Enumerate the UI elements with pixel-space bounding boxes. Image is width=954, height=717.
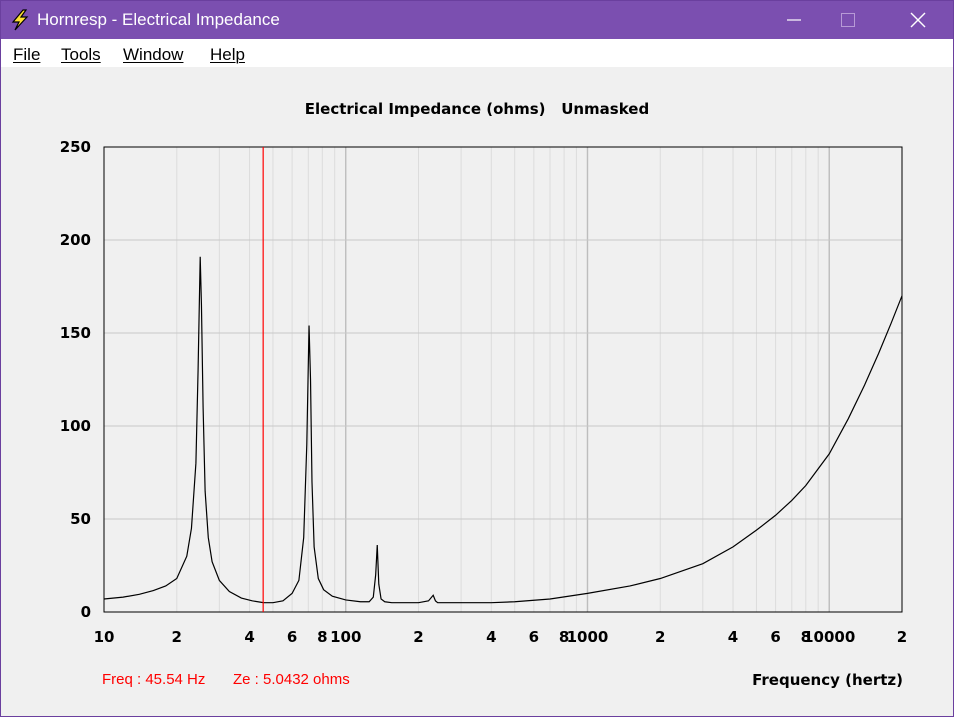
y-tick-label: 150 [60,324,91,342]
y-tick-labels: 0 50 100 150 200 250 [60,138,91,621]
x-tick-label: 6 [287,628,297,646]
minimize-button[interactable] [771,1,817,39]
y-tick-label: 100 [60,417,91,435]
app-window: Hornresp - Electrical Impedance File Too… [0,0,954,717]
title-bar[interactable]: Hornresp - Electrical Impedance [1,1,953,39]
y-tick-label: 200 [60,231,91,249]
x-axis-label: Frequency (hertz) [752,671,903,689]
impedance-trace [103,256,903,604]
freq-readout: Freq : 45.54 Hz [102,671,206,688]
ze-readout: Ze : 5.0432 ohms [233,671,350,688]
x-tick-label: 6 [529,628,539,646]
x-tick-label: 10000 [803,628,855,646]
y-tick-label: 250 [60,138,91,156]
maximize-button[interactable] [825,1,871,39]
minimize-icon [787,19,801,21]
lightning-bolt-icon [11,9,29,31]
maximize-icon [841,13,855,27]
menu-tools[interactable]: Tools [61,45,101,65]
plot-frame [103,146,903,613]
menu-help[interactable]: Help [210,45,245,65]
x-tick-labels: 10 2 4 6 8 100 2 4 6 81000 2 4 6 810000 2 [94,628,908,646]
chart-panel: Electrical Impedance (ohms) Unmasked 0 50… [1,67,953,716]
grid [104,147,902,612]
x-tick-label: 2 [172,628,182,646]
window-title: Hornresp - Electrical Impedance [37,10,280,29]
y-tick-label: 50 [70,510,91,528]
x-tick-label: 4 [728,628,738,646]
x-tick-label: 1000 [567,628,609,646]
menu-window[interactable]: Window [123,45,183,65]
close-icon [910,12,926,28]
x-tick-label: 2 [897,628,907,646]
x-tick-label: 4 [486,628,496,646]
x-tick-label: 2 [655,628,665,646]
impedance-chart[interactable]: 050100150200250 10 2 4 6 8 100 2 4 6 81000 2 4 6 8100… [1,67,953,716]
x-tick-label: 8 [317,628,327,646]
menu-file[interactable]: File [13,45,40,65]
close-button[interactable] [895,1,941,39]
x-tick-label: 10 [94,628,115,646]
x-tick-label: 2 [413,628,423,646]
x-tick-label: 4 [244,628,254,646]
menu-bar: File Tools Window Help [1,39,953,67]
x-tick-label: 100 [330,628,361,646]
x-tick-label: 6 [770,628,780,646]
y-tick-label: 0 [81,603,91,621]
